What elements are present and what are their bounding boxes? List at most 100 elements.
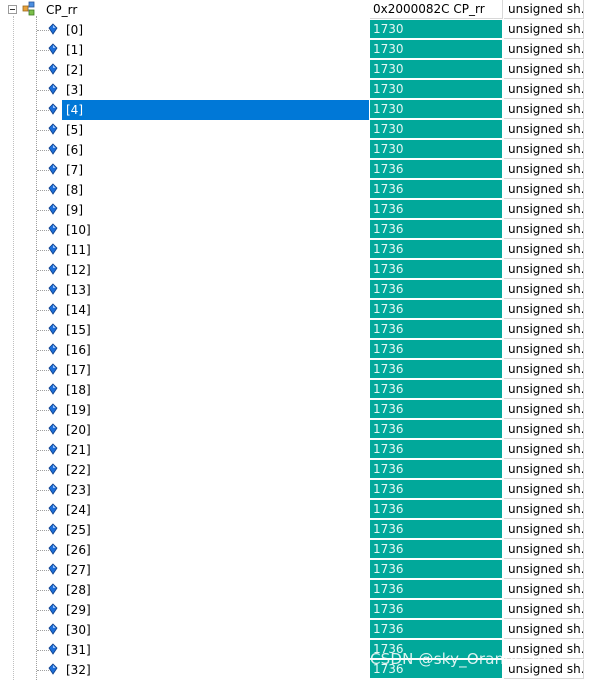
variable-diamond-icon: [48, 323, 58, 335]
watch-element-row[interactable]: [11] 1736 unsigned sh...: [0, 240, 592, 260]
watch-element-row[interactable]: [20] 1736 unsigned sh...: [0, 420, 592, 440]
element-value-cell[interactable]: 1736: [370, 260, 503, 279]
watch-element-row[interactable]: [30] 1736 unsigned sh...: [0, 620, 592, 640]
watch-element-row[interactable]: [18] 1736 unsigned sh...: [0, 380, 592, 400]
collapse-minus-icon[interactable]: [8, 5, 17, 14]
element-name-cell[interactable]: [25]: [0, 520, 369, 540]
element-name-cell[interactable]: [27]: [0, 560, 369, 580]
element-value-cell[interactable]: 1736: [370, 440, 503, 459]
watch-element-row[interactable]: [14] 1736 unsigned sh...: [0, 300, 592, 320]
element-value-cell[interactable]: 1736: [370, 580, 503, 599]
element-name-cell[interactable]: [19]: [0, 400, 369, 420]
element-value-cell[interactable]: 1736: [370, 400, 503, 419]
watch-element-row[interactable]: [22] 1736 unsigned sh...: [0, 460, 592, 480]
element-value-cell[interactable]: 1730: [370, 40, 503, 59]
element-name-cell[interactable]: [0]: [0, 20, 369, 40]
watch-element-row[interactable]: [2] 1730 unsigned sh...: [0, 60, 592, 80]
element-name-cell[interactable]: [24]: [0, 500, 369, 520]
watch-root-row[interactable]: CP_rr 0x2000082C CP_rr unsigned sh...: [0, 0, 592, 20]
watch-element-row[interactable]: [10] 1736 unsigned sh...: [0, 220, 592, 240]
element-name-cell[interactable]: [18]: [0, 380, 369, 400]
watch-element-row[interactable]: [3] 1730 unsigned sh...: [0, 80, 592, 100]
element-value-cell[interactable]: 1730: [370, 80, 503, 99]
element-name-cell[interactable]: [3]: [0, 80, 369, 100]
element-value-cell[interactable]: 1736: [370, 180, 503, 199]
element-name-cell[interactable]: [22]: [0, 460, 369, 480]
element-name-cell[interactable]: [1]: [0, 40, 369, 60]
watch-element-row[interactable]: [26] 1736 unsigned sh...: [0, 540, 592, 560]
element-value-cell[interactable]: 1736: [370, 540, 503, 559]
element-value-cell[interactable]: 1736: [370, 220, 503, 239]
element-name-cell[interactable]: [12]: [0, 260, 369, 280]
element-name-cell[interactable]: [11]: [0, 240, 369, 260]
watch-element-row[interactable]: [9] 1736 unsigned sh...: [0, 200, 592, 220]
watch-element-row[interactable]: [28] 1736 unsigned sh...: [0, 580, 592, 600]
element-name-cell[interactable]: [20]: [0, 420, 369, 440]
element-name-cell[interactable]: [13]: [0, 280, 369, 300]
watch-element-row[interactable]: [1] 1730 unsigned sh...: [0, 40, 592, 60]
element-value-cell[interactable]: 1736: [370, 420, 503, 439]
element-value-cell[interactable]: 1736: [370, 340, 503, 359]
element-name-cell[interactable]: [10]: [0, 220, 369, 240]
element-value-cell[interactable]: 1736: [370, 620, 503, 639]
element-name-cell[interactable]: [8]: [0, 180, 369, 200]
watch-element-row[interactable]: [27] 1736 unsigned sh...: [0, 560, 592, 580]
element-name-cell[interactable]: [5]: [0, 120, 369, 140]
watch-element-row[interactable]: [13] 1736 unsigned sh...: [0, 280, 592, 300]
element-value-cell[interactable]: 1736: [370, 160, 503, 179]
watch-element-row[interactable]: [12] 1736 unsigned sh...: [0, 260, 592, 280]
element-name-cell[interactable]: [9]: [0, 200, 369, 220]
watch-element-row[interactable]: [19] 1736 unsigned sh...: [0, 400, 592, 420]
watch-element-row[interactable]: [17] 1736 unsigned sh...: [0, 360, 592, 380]
watch-element-row[interactable]: [21] 1736 unsigned sh...: [0, 440, 592, 460]
element-value-cell[interactable]: 1736: [370, 360, 503, 379]
element-name-cell[interactable]: [31]: [0, 640, 369, 660]
root-value-cell[interactable]: 0x2000082C CP_rr: [370, 0, 503, 19]
watch-element-row[interactable]: [6] 1730 unsigned sh...: [0, 140, 592, 160]
element-value-cell[interactable]: 1736: [370, 380, 503, 399]
element-value-cell[interactable]: 1736: [370, 200, 503, 219]
element-name-cell[interactable]: [16]: [0, 340, 369, 360]
element-value-cell[interactable]: 1736: [370, 480, 503, 499]
element-name-cell[interactable]: [29]: [0, 600, 369, 620]
watch-element-row[interactable]: [25] 1736 unsigned sh...: [0, 520, 592, 540]
element-value-cell[interactable]: 1736: [370, 240, 503, 259]
element-value-cell[interactable]: 1730: [370, 60, 503, 79]
element-name-cell[interactable]: [2]: [0, 60, 369, 80]
element-value-cell[interactable]: 1736: [370, 280, 503, 299]
watch-element-row[interactable]: [23] 1736 unsigned sh...: [0, 480, 592, 500]
element-value-cell[interactable]: 1736: [370, 500, 503, 519]
watch-element-row[interactable]: [24] 1736 unsigned sh...: [0, 500, 592, 520]
element-name-cell[interactable]: [14]: [0, 300, 369, 320]
element-name-cell[interactable]: [30]: [0, 620, 369, 640]
element-value-cell[interactable]: 1736: [370, 460, 503, 479]
element-value-cell[interactable]: 1736: [370, 600, 503, 619]
element-name-cell[interactable]: [28]: [0, 580, 369, 600]
watch-element-row[interactable]: [4] 1730 unsigned sh...: [0, 100, 592, 120]
watch-element-row[interactable]: [0] 1730 unsigned sh...: [0, 20, 592, 40]
element-name-cell[interactable]: [15]: [0, 320, 369, 340]
element-value-cell[interactable]: 1730: [370, 140, 503, 159]
element-name-cell[interactable]: [4]: [0, 100, 369, 120]
element-name-cell[interactable]: [23]: [0, 480, 369, 500]
root-name-cell[interactable]: CP_rr: [0, 0, 369, 20]
watch-element-row[interactable]: [5] 1730 unsigned sh...: [0, 120, 592, 140]
watch-element-row[interactable]: [15] 1736 unsigned sh...: [0, 320, 592, 340]
watch-element-row[interactable]: [16] 1736 unsigned sh...: [0, 340, 592, 360]
element-name-cell[interactable]: [32]: [0, 660, 369, 680]
element-value-cell[interactable]: 1736: [370, 520, 503, 539]
element-name-cell[interactable]: [17]: [0, 360, 369, 380]
element-value-cell[interactable]: 1730: [370, 100, 503, 119]
element-name-cell[interactable]: [7]: [0, 160, 369, 180]
element-value-cell[interactable]: 1736: [370, 300, 503, 319]
watch-element-row[interactable]: [29] 1736 unsigned sh...: [0, 600, 592, 620]
element-value-cell[interactable]: 1736: [370, 560, 503, 579]
element-value-cell[interactable]: 1736: [370, 320, 503, 339]
element-name-cell[interactable]: [26]: [0, 540, 369, 560]
watch-element-row[interactable]: [7] 1736 unsigned sh...: [0, 160, 592, 180]
element-value-cell[interactable]: 1730: [370, 20, 503, 39]
element-value-cell[interactable]: 1730: [370, 120, 503, 139]
watch-element-row[interactable]: [8] 1736 unsigned sh...: [0, 180, 592, 200]
element-name-cell[interactable]: [6]: [0, 140, 369, 160]
element-name-cell[interactable]: [21]: [0, 440, 369, 460]
